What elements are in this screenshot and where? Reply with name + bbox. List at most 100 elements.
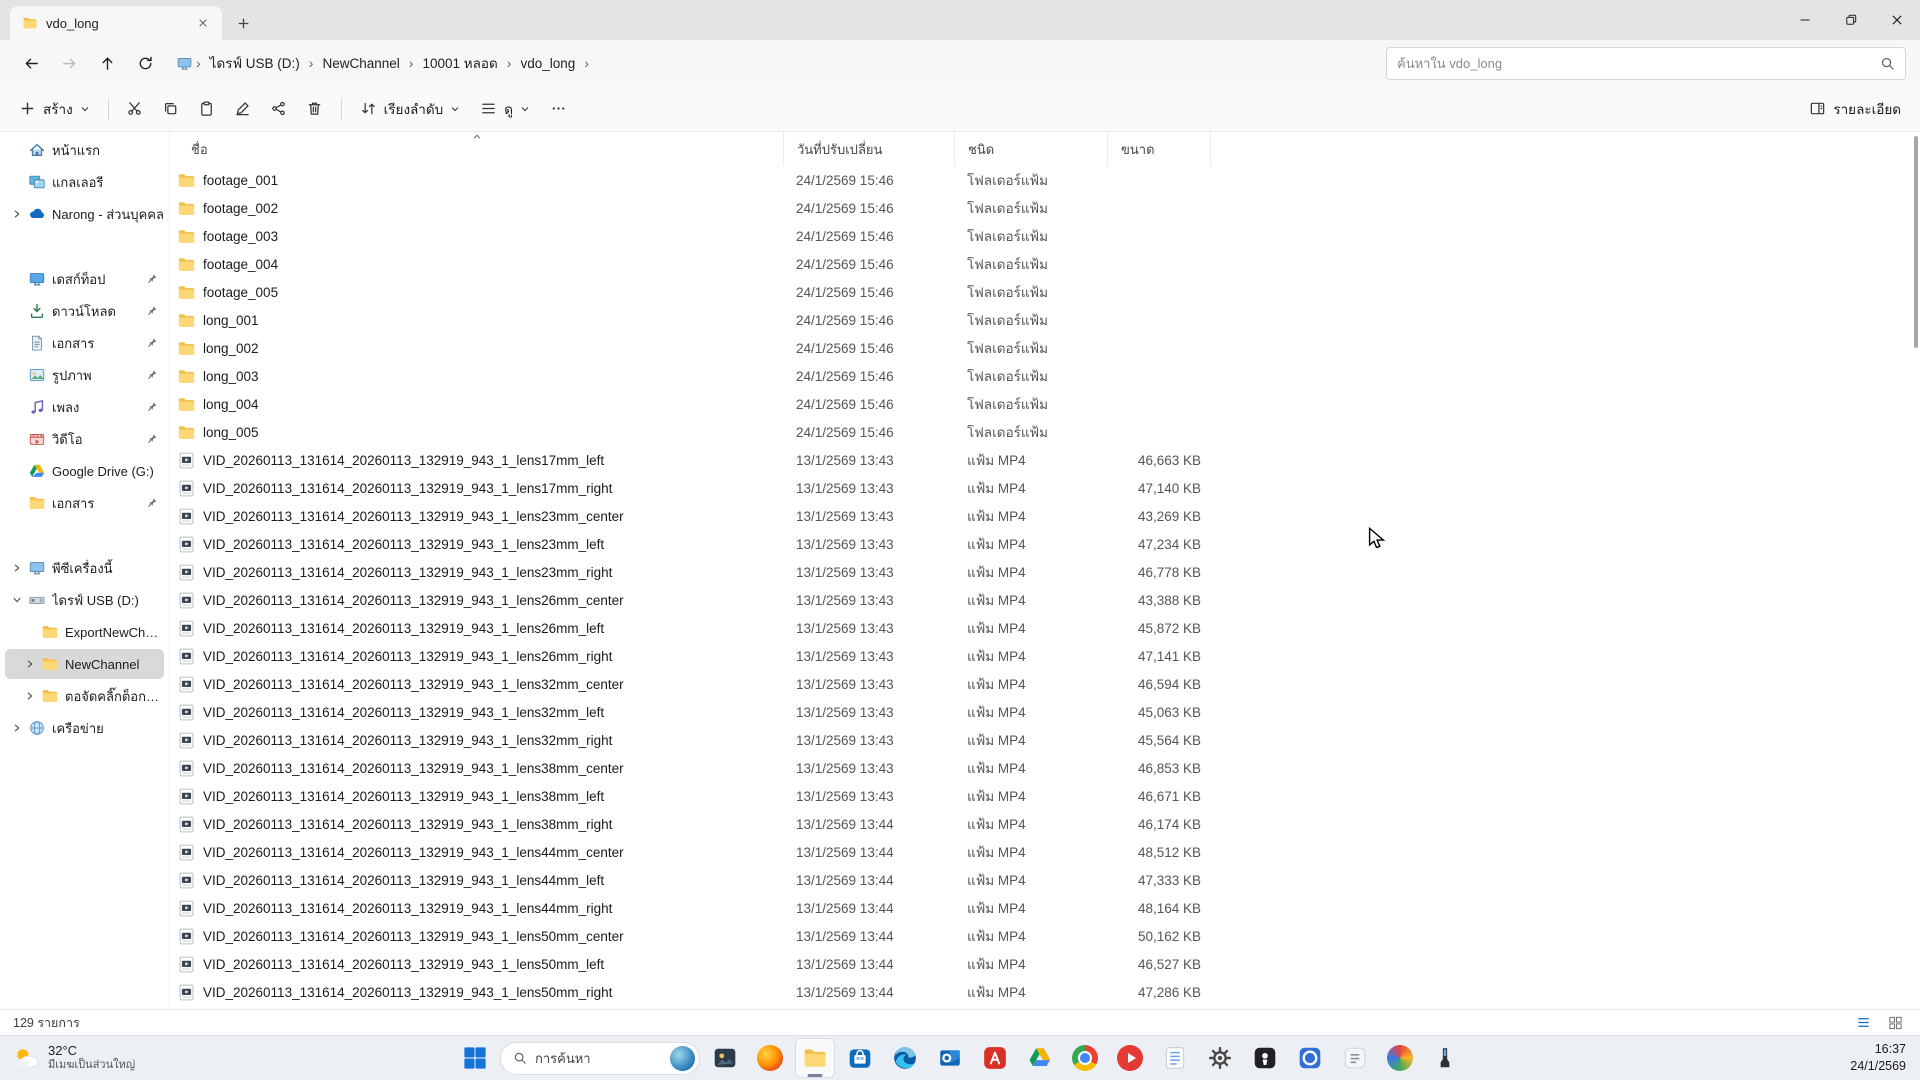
file-row[interactable]: VID_20260113_131614_20260113_132919_943_… <box>170 530 1920 558</box>
taskbar-app-youtube-music[interactable] <box>1110 1038 1150 1078</box>
start-button[interactable] <box>455 1038 495 1078</box>
new-tab-button[interactable] <box>228 8 258 38</box>
sidebar-item-gallery[interactable]: แกลเลอรี <box>5 167 164 197</box>
search-box[interactable] <box>1386 47 1906 80</box>
sidebar-item-thai-folder-2026[interactable]: ตอจัดคลิ๊กต็อก2026 <box>5 681 164 711</box>
column-header-type[interactable]: ชนิด <box>954 132 1107 166</box>
weather-widget[interactable]: 32°C มีเมฆเป็นส่วนใหญ่ <box>2 1036 145 1080</box>
chevron-down-icon[interactable] <box>10 595 24 605</box>
sidebar-item-google-drive[interactable]: Google Drive (G:) <box>5 456 164 486</box>
back-button[interactable] <box>14 46 48 80</box>
forward-button[interactable] <box>52 46 86 80</box>
folder-row[interactable]: long_00324/1/2569 15:46โฟลเดอร์แฟ้ม <box>170 362 1920 390</box>
taskbar-search[interactable]: การค้นหา <box>500 1042 700 1075</box>
breadcrumb-item[interactable]: 10001 หลอด <box>414 47 505 79</box>
folder-row[interactable]: long_00124/1/2569 15:46โฟลเดอร์แฟ้ม <box>170 306 1920 334</box>
taskbar-app-file-explorer[interactable] <box>795 1038 835 1078</box>
sidebar-item-documents[interactable]: เอกสาร <box>5 328 164 358</box>
taskbar-app-photos[interactable] <box>1290 1038 1330 1078</box>
folder-row[interactable]: long_00424/1/2569 15:46โฟลเดอร์แฟ้ม <box>170 390 1920 418</box>
file-row[interactable]: VID_20260113_131614_20260113_132919_943_… <box>170 922 1920 950</box>
up-button[interactable] <box>90 46 124 80</box>
taskbar-app-notepad[interactable] <box>1155 1038 1195 1078</box>
chevron-right-icon[interactable] <box>10 209 24 219</box>
folder-row[interactable]: footage_00424/1/2569 15:46โฟลเดอร์แฟ้ม <box>170 250 1920 278</box>
sidebar-item-this-pc[interactable]: พีซีเครื่องนี้ <box>5 553 164 583</box>
file-row[interactable]: VID_20260113_131614_20260113_132919_943_… <box>170 614 1920 642</box>
column-header-name[interactable]: ชื่อ <box>170 132 783 166</box>
search-input[interactable] <box>1397 56 1872 71</box>
breadcrumb-item[interactable]: NewChannel <box>314 51 407 76</box>
file-row[interactable]: VID_20260113_131614_20260113_132919_943_… <box>170 586 1920 614</box>
folder-row[interactable]: footage_00324/1/2569 15:46โฟลเดอร์แฟ้ม <box>170 222 1920 250</box>
taskbar-app-firefox[interactable] <box>750 1038 790 1078</box>
file-row[interactable]: VID_20260113_131614_20260113_132919_943_… <box>170 894 1920 922</box>
file-row[interactable]: VID_20260113_131614_20260113_132919_943_… <box>170 502 1920 530</box>
folder-row[interactable]: long_00224/1/2569 15:46โฟลเดอร์แฟ้ม <box>170 334 1920 362</box>
sidebar-item-usb-drive-d[interactable]: ไดรฟ์ USB (D:) <box>5 585 164 615</box>
sort-button[interactable]: เรียงลำดับ <box>351 92 470 126</box>
copy-button[interactable] <box>154 92 188 126</box>
taskbar-app-outlook[interactable] <box>930 1038 970 1078</box>
sidebar-item-pictures[interactable]: รูปภาพ <box>5 360 164 390</box>
close-button[interactable] <box>1874 0 1920 40</box>
file-row[interactable]: VID_20260113_131614_20260113_132919_943_… <box>170 670 1920 698</box>
file-row[interactable]: VID_20260113_131614_20260113_132919_943_… <box>170 950 1920 978</box>
taskbar-app-photos-dark[interactable] <box>705 1038 745 1078</box>
view-button[interactable]: ดู <box>471 92 539 126</box>
file-row[interactable]: VID_20260113_131614_20260113_132919_943_… <box>170 810 1920 838</box>
taskbar-app-dark-utility[interactable] <box>1245 1038 1285 1078</box>
search-highlight-image[interactable] <box>670 1046 695 1071</box>
breadcrumb-item[interactable]: vdo_long <box>512 51 583 76</box>
file-row[interactable]: VID_20260113_131614_20260113_132919_943_… <box>170 474 1920 502</box>
thumbnails-view-toggle[interactable] <box>1883 1013 1907 1033</box>
chevron-right-icon[interactable] <box>23 691 37 701</box>
tab-close-icon[interactable] <box>192 12 214 34</box>
folder-row[interactable]: footage_00524/1/2569 15:46โฟลเดอร์แฟ้ม <box>170 278 1920 306</box>
column-header-date[interactable]: วันที่ปรับเปลี่ยน <box>783 132 954 166</box>
paste-button[interactable] <box>190 92 224 126</box>
sidebar-item-music[interactable]: เพลง <box>5 392 164 422</box>
file-row[interactable]: VID_20260113_131614_20260113_132919_943_… <box>170 642 1920 670</box>
taskbar-app-red-a[interactable] <box>975 1038 1015 1078</box>
chevron-right-icon[interactable] <box>10 723 24 733</box>
more-options-button[interactable] <box>541 92 575 126</box>
sidebar-item-network[interactable]: เครือข่าย <box>5 713 164 743</box>
new-button[interactable]: สร้าง <box>10 92 99 126</box>
file-row[interactable]: VID_20260113_131614_20260113_132919_943_… <box>170 978 1920 1006</box>
taskbar-app-google-drive[interactable] <box>1020 1038 1060 1078</box>
chevron-right-icon[interactable] <box>23 659 37 669</box>
sidebar-item-home[interactable]: หน้าแรก <box>5 135 164 165</box>
taskbar-app-chrome[interactable] <box>1065 1038 1105 1078</box>
sidebar-item-desktop[interactable]: เดสก์ท็อป <box>5 264 164 294</box>
file-row[interactable]: VID_20260113_131614_20260113_132919_943_… <box>170 782 1920 810</box>
file-row[interactable]: VID_20260113_131614_20260113_132919_943_… <box>170 698 1920 726</box>
chevron-right-icon[interactable] <box>10 563 24 573</box>
sidebar-item-onedrive[interactable]: Narong - ส่วนบุคคล <box>5 199 164 229</box>
sidebar-item-documents-folder[interactable]: เอกสาร <box>5 488 164 518</box>
taskbar-app-microsoft-store[interactable] <box>840 1038 880 1078</box>
details-view-toggle[interactable] <box>1851 1013 1875 1033</box>
file-row[interactable]: VID_20260113_131614_20260113_132919_943_… <box>170 446 1920 474</box>
delete-button[interactable] <box>298 92 332 126</box>
file-row[interactable]: VID_20260113_131614_20260113_132919_943_… <box>170 866 1920 894</box>
folder-row[interactable]: footage_00124/1/2569 15:46โฟลเดอร์แฟ้ม <box>170 166 1920 194</box>
taskbar-app-settings[interactable] <box>1200 1038 1240 1078</box>
file-row[interactable]: VID_20260113_131614_20260113_132919_943_… <box>170 754 1920 782</box>
file-row[interactable]: VID_20260113_131614_20260113_132919_943_… <box>170 838 1920 866</box>
cut-button[interactable] <box>118 92 152 126</box>
sidebar-item-downloads[interactable]: ดาวน์โหลด <box>5 296 164 326</box>
folder-row[interactable]: footage_00224/1/2569 15:46โฟลเดอร์แฟ้ม <box>170 194 1920 222</box>
column-header-size[interactable]: ขนาด <box>1107 132 1211 166</box>
taskbar-app-edge[interactable] <box>885 1038 925 1078</box>
share-button[interactable] <box>262 92 296 126</box>
sidebar-item-export-newchanel[interactable]: ExportNewChanel <box>5 617 164 647</box>
sidebar-item-videos[interactable]: วิดีโอ <box>5 424 164 454</box>
system-tray-clock[interactable]: 16:37 24/1/2569 <box>1850 1041 1906 1075</box>
file-row[interactable]: VID_20260113_131614_20260113_132919_943_… <box>170 558 1920 586</box>
sidebar-item-newchannel[interactable]: NewChannel <box>5 649 164 679</box>
folder-row[interactable]: long_00524/1/2569 15:46โฟลเดอร์แฟ้ม <box>170 418 1920 446</box>
refresh-button[interactable] <box>128 46 162 80</box>
taskbar-app-white-doc[interactable] <box>1335 1038 1375 1078</box>
taskbar-app-colorful[interactable] <box>1380 1038 1420 1078</box>
